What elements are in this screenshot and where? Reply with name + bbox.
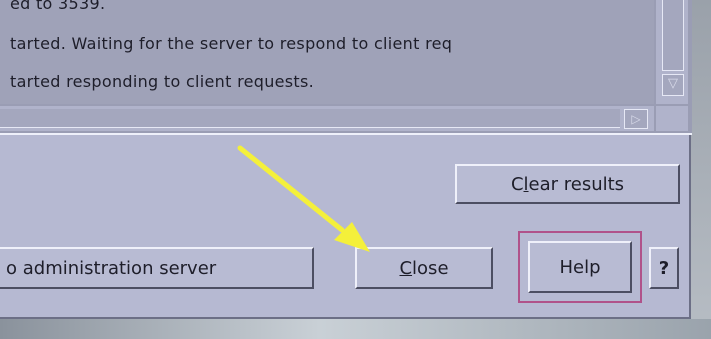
annotation-arrow-icon [237,145,370,252]
